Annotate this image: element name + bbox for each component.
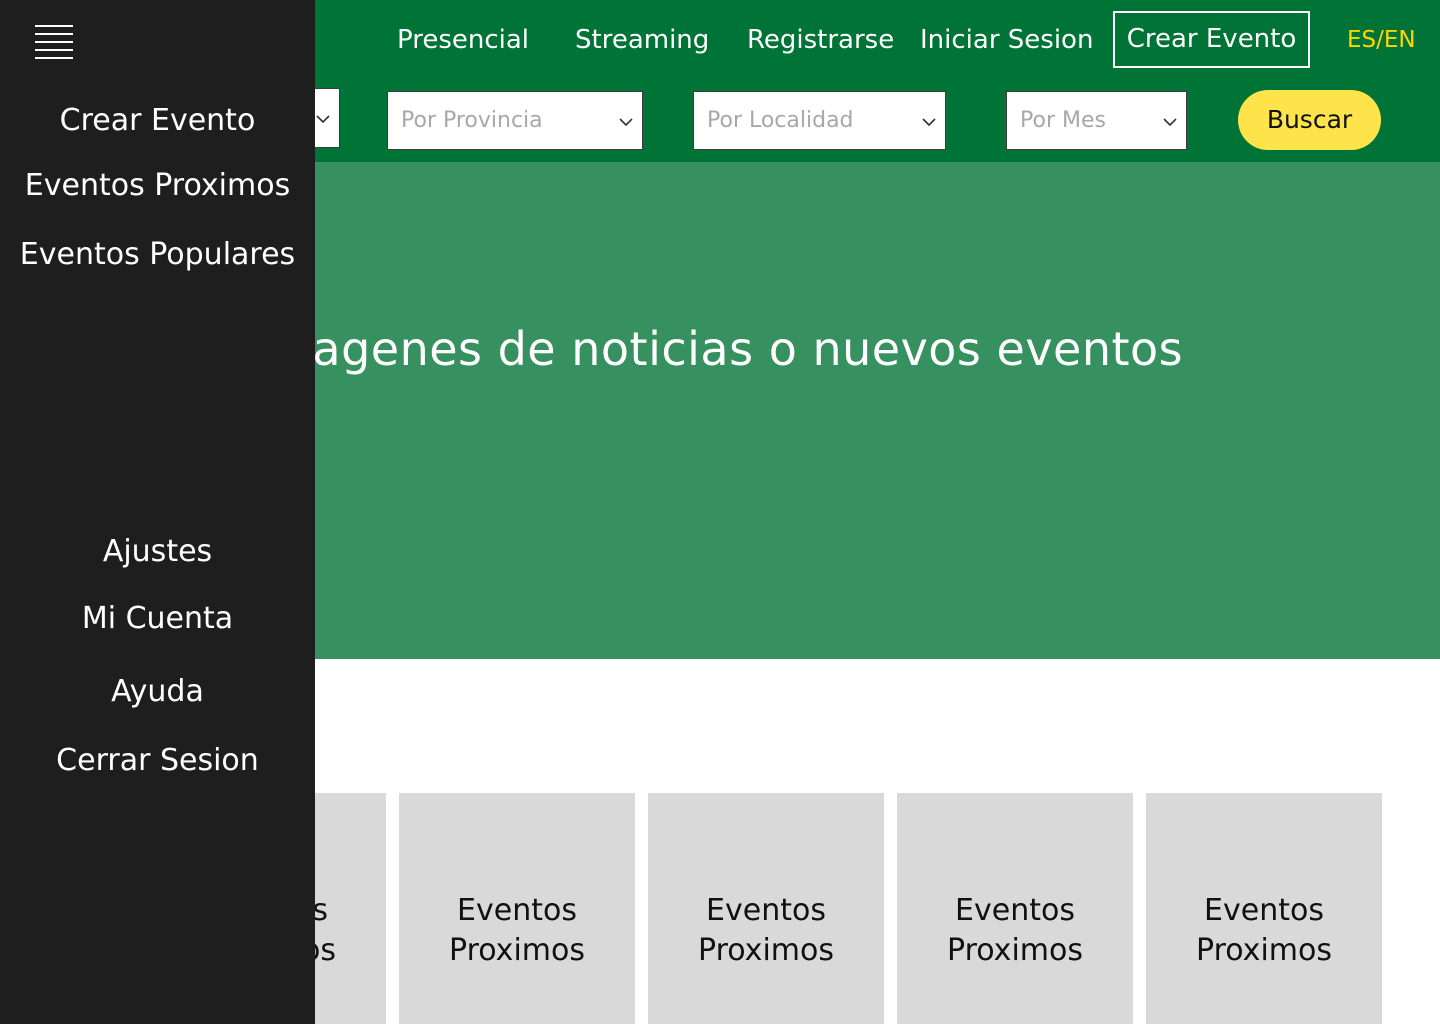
chevron-down-icon bbox=[316, 115, 330, 124]
event-card[interactable]: Eventos Proximos bbox=[897, 793, 1133, 1024]
card-label-line1: Eventos bbox=[1204, 893, 1324, 928]
chevron-down-icon bbox=[922, 118, 936, 127]
card-label: Eventos Proximos bbox=[648, 891, 884, 971]
event-card[interactable]: Eventos Proximos bbox=[399, 793, 635, 1024]
sidebar-item-ajustes[interactable]: Ajustes bbox=[0, 532, 315, 572]
sidebar-item-cerrar-sesion[interactable]: Cerrar Sesion bbox=[0, 741, 315, 781]
card-label-line1: Eventos bbox=[955, 893, 1075, 928]
localidad-select[interactable]: Por Localidad bbox=[693, 91, 946, 150]
localidad-placeholder: Por Localidad bbox=[707, 108, 854, 133]
chevron-down-icon bbox=[1163, 118, 1177, 127]
provincia-select[interactable]: Por Provincia bbox=[387, 91, 643, 150]
card-label-line2: Proximos bbox=[947, 933, 1083, 968]
card-label-line2: Proximos bbox=[1196, 933, 1332, 968]
mes-placeholder: Por Mes bbox=[1020, 108, 1106, 133]
card-label: Eventos Proximos bbox=[1146, 891, 1382, 971]
card-label-line1: Eventos bbox=[457, 893, 577, 928]
nav-registrarse[interactable]: Registrarse bbox=[747, 20, 894, 60]
card-label-line2: Proximos bbox=[449, 933, 585, 968]
card-label: Eventos Proximos bbox=[897, 891, 1133, 971]
sidebar-item-mi-cuenta[interactable]: Mi Cuenta bbox=[0, 599, 315, 639]
card-label: Eventos Proximos bbox=[399, 891, 635, 971]
nav-iniciar-sesion[interactable]: Iniciar Sesion bbox=[920, 20, 1093, 60]
nav-presencial[interactable]: Presencial bbox=[397, 20, 529, 60]
nav-streaming[interactable]: Streaming bbox=[575, 20, 709, 60]
chevron-down-icon bbox=[619, 118, 633, 127]
event-card[interactable]: Eventos Proximos bbox=[648, 793, 884, 1024]
mes-select[interactable]: Por Mes bbox=[1006, 91, 1187, 150]
sidebar-item-eventos-populares[interactable]: Eventos Populares bbox=[0, 235, 315, 275]
sidebar-item-eventos-proximos[interactable]: Eventos Proximos bbox=[0, 166, 315, 206]
side-drawer: Crear Evento Eventos Proximos Eventos Po… bbox=[0, 0, 315, 1024]
crear-evento-button[interactable]: Crear Evento bbox=[1113, 11, 1310, 68]
card-label-line2: Proximos bbox=[698, 933, 834, 968]
language-toggle[interactable]: ES/EN bbox=[1347, 20, 1416, 60]
event-card[interactable]: Eventos Proximos bbox=[1146, 793, 1382, 1024]
sidebar-item-crear-evento[interactable]: Crear Evento bbox=[0, 101, 315, 141]
sidebar-item-ayuda[interactable]: Ayuda bbox=[0, 672, 315, 712]
buscar-button[interactable]: Buscar bbox=[1238, 90, 1381, 150]
card-label-line1: Eventos bbox=[706, 893, 826, 928]
hamburger-icon[interactable] bbox=[35, 25, 73, 59]
provincia-placeholder: Por Provincia bbox=[401, 108, 543, 133]
hero-text: Imagenes de noticias o nuevos eventos bbox=[253, 322, 1184, 376]
